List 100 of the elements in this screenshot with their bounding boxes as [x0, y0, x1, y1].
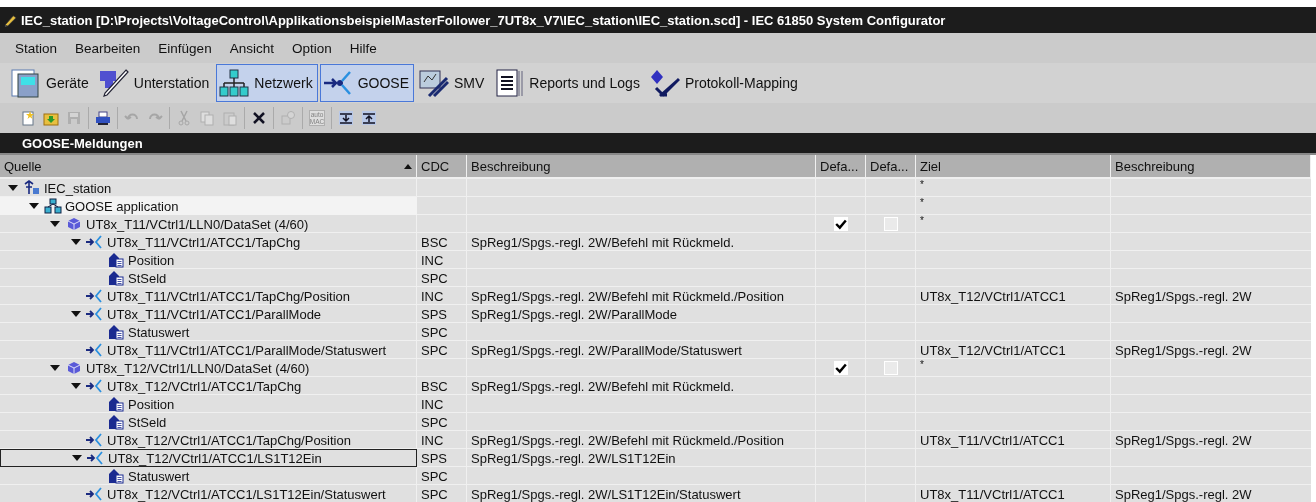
expander-icon[interactable] [50, 219, 60, 229]
tree-node[interactable]: UT8x_T11/VCtrl1/LLN0/DataSet (4/60) [0, 215, 417, 233]
tree-node[interactable]: Statuswert [0, 467, 417, 485]
checkbox[interactable] [834, 361, 848, 375]
description-text: SpReg1/Spgs.-regl. 2W/ParallMode [471, 306, 677, 322]
target-text: UT8x_T11/VCtrl1/ATCC1 [920, 486, 1065, 502]
menu-item[interactable]: Bearbeiten [66, 36, 150, 60]
cube-icon [65, 216, 83, 232]
target-text: * [920, 359, 924, 370]
expand-button[interactable] [336, 108, 356, 128]
cdc-value: INC [421, 252, 444, 268]
view-tab[interactable]: Netzwerk [216, 64, 318, 102]
diamond-check-icon [649, 68, 680, 98]
cdc-value: SPC [421, 414, 448, 430]
view-tab[interactable]: GOOSE [319, 64, 414, 102]
column-header[interactable]: CDC [417, 155, 467, 177]
pen-icon [98, 68, 129, 98]
column-header[interactable]: Quelle [0, 155, 417, 177]
data-object-icon [107, 252, 125, 268]
column-header[interactable]: Ziel [916, 155, 1111, 177]
target-text: UT8x_T11/VCtrl1/ATCC1 [920, 432, 1065, 448]
description-text: SpReg1/Spgs.-regl. 2W/Befehl mit Rückmeld./Position [471, 288, 784, 304]
view-tab[interactable]: Protokoll-Mapping [646, 64, 803, 102]
print-button[interactable] [93, 108, 113, 128]
cdc-value: SPC [421, 342, 448, 358]
expander-icon[interactable] [50, 363, 60, 373]
open-folder-icon [43, 110, 59, 126]
cube-icon [65, 360, 83, 376]
goose-icon [86, 432, 104, 448]
cdc-value: INC [421, 432, 444, 448]
view-tab[interactable]: Unterstation [95, 64, 215, 102]
tree-node[interactable]: GOOSE application [0, 197, 417, 215]
menu-item[interactable]: Option [282, 36, 341, 60]
column-header[interactable]: Beschreibung [1111, 155, 1311, 177]
tree-node[interactable]: Position [0, 251, 417, 269]
view-tab[interactable]: Geräte [8, 64, 94, 102]
expander-icon[interactable] [71, 381, 81, 391]
tree-node[interactable]: UT8x_T12/VCtrl1/LLN0/DataSet (4/60) [0, 359, 417, 377]
data-object-icon [107, 468, 125, 484]
document-icon [494, 68, 525, 98]
target-text: * [920, 215, 924, 226]
network-icon [219, 68, 250, 98]
column-header[interactable]: Beschreibung [467, 155, 816, 177]
tree-node[interactable]: UT8x_T11/VCtrl1/ATCC1/TapChg/Position [0, 287, 417, 305]
goose-icon [86, 342, 104, 358]
collapse-button[interactable] [359, 108, 379, 128]
tree-node[interactable]: Statuswert [0, 323, 417, 341]
goose-icon [86, 234, 104, 250]
menu-item[interactable]: Station [6, 36, 67, 60]
tree-node[interactable]: IEC_station [0, 179, 417, 197]
checkbox[interactable] [834, 217, 848, 231]
expander-icon[interactable] [71, 309, 81, 319]
description-text: SpReg1/Spgs.-regl. 2W/Befehl mit Rückmeld./Position [471, 432, 784, 448]
expander-icon[interactable] [8, 183, 18, 193]
copy-icon [199, 110, 215, 126]
checkbox[interactable] [884, 361, 898, 375]
tree-node[interactable]: UT8x_T12/VCtrl1/ATCC1/TapChg/Position [0, 431, 417, 449]
view-tab[interactable]: Reports und Logs [491, 64, 645, 102]
target-description-text: SpReg1/Spgs.-regl. 2W [1115, 342, 1252, 358]
checkbox[interactable] [884, 217, 898, 231]
tree-node[interactable]: UT8x_T12/VCtrl1/ATCC1/LS1T12Ein/Statuswert [0, 485, 417, 502]
column-header[interactable]: Defa... [866, 155, 916, 177]
data-object-icon [107, 414, 125, 430]
cdc-value: BSC [421, 234, 448, 250]
tree-node[interactable]: StSeld [0, 413, 417, 431]
cut-icon [176, 110, 192, 126]
tree-node[interactable]: UT8x_T12/VCtrl1/ATCC1/LS1T12Ein [0, 449, 417, 467]
goose-icon [86, 486, 104, 502]
tree-node[interactable]: UT8x_T12/VCtrl1/ATCC1/TapChg [0, 377, 417, 395]
sort-arrow-icon [404, 163, 412, 169]
target-text: UT8x_T12/VCtrl1/ATCC1 [920, 342, 1066, 358]
target-text: * [920, 179, 924, 190]
menu-item[interactable]: Ansicht [220, 36, 283, 60]
cdc-value: SPC [421, 468, 448, 484]
expander-icon[interactable] [72, 453, 82, 463]
view-tab[interactable]: SMV [416, 64, 490, 102]
cdc-value: SPC [421, 486, 448, 502]
expand-icon [338, 110, 354, 126]
column-header[interactable]: Defa... [816, 155, 866, 177]
save-icon [66, 110, 82, 126]
expander-icon[interactable] [29, 201, 39, 211]
menu-item[interactable]: Einfügen [149, 36, 221, 60]
goose-icon [86, 378, 104, 394]
panel-title: GOOSE-Meldungen [22, 135, 143, 151]
tree-node[interactable]: UT8x_T11/VCtrl1/ATCC1/ParallMode/Statuswert [0, 341, 417, 359]
description-text: SpReg1/Spgs.-regl. 2W/Befehl mit Rückmeld. [471, 234, 734, 250]
expander-icon[interactable] [71, 237, 81, 247]
cdc-value: SPS [421, 306, 447, 322]
target-description-text: SpReg1/Spgs.-regl. 2W [1115, 486, 1252, 502]
device-icon [11, 68, 41, 98]
tree-node[interactable]: UT8x_T11/VCtrl1/ATCC1/TapChg [0, 233, 417, 251]
description-text: SpReg1/Spgs.-regl. 2W/Befehl mit Rückmeld. [471, 378, 734, 394]
tree-node[interactable]: UT8x_T11/VCtrl1/ATCC1/ParallMode [0, 305, 417, 323]
menu-item[interactable]: Hilfe [340, 36, 386, 60]
data-object-icon [107, 396, 125, 412]
cdc-value: BSC [421, 378, 448, 394]
network-icon [44, 198, 62, 214]
tree-node[interactable]: StSeld [0, 269, 417, 287]
print-icon [95, 110, 111, 126]
tree-node[interactable]: Position [0, 395, 417, 413]
